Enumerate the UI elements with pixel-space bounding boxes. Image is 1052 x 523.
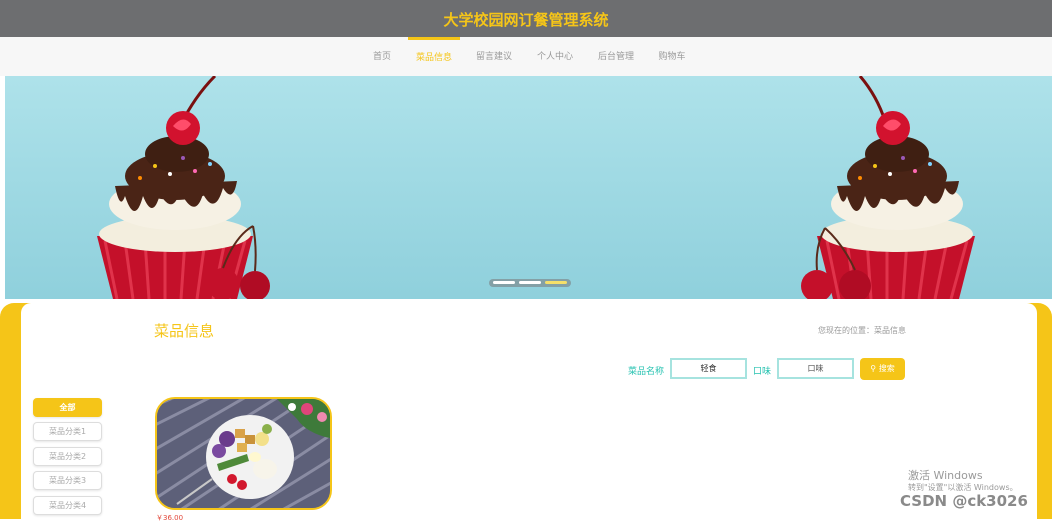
breadcrumb: 您现在的位置：菜品信息 (818, 326, 906, 335)
carousel-dot-1[interactable] (493, 281, 515, 284)
nav-item-admin[interactable]: 后台管理 (594, 37, 638, 76)
search-button-label: 搜索 (878, 364, 895, 373)
dish-price: ￥36.00 (156, 514, 184, 522)
banner-image (5, 76, 1052, 299)
dish-image (157, 399, 330, 508)
nav-item-messages[interactable]: 留言建议 (472, 37, 516, 76)
taste-label: 口味 (753, 367, 772, 377)
search-icon: ⚲ (870, 364, 877, 373)
csdn-watermark: CSDN @ck3026 (900, 492, 1028, 510)
main-nav: 首页 菜品信息 留言建议 个人中心 后台管理 购物车 (0, 37, 1052, 76)
dish-name-label: 菜品名称 (628, 367, 665, 377)
page-title: 菜品信息 (154, 322, 215, 340)
category-3[interactable]: 菜品分类3 (33, 471, 102, 490)
search-button[interactable]: ⚲ 搜索 (860, 358, 905, 380)
nav-item-dishes[interactable]: 菜品信息 (408, 37, 460, 76)
dish-card[interactable] (155, 397, 332, 510)
dish-name-input[interactable] (670, 358, 747, 379)
nav-item-home[interactable]: 首页 (370, 37, 394, 76)
carousel-dot-2[interactable] (519, 281, 541, 284)
category-all[interactable]: 全部 (33, 398, 102, 417)
windows-activation-title: 激活 Windows (908, 469, 983, 482)
banner-carousel[interactable] (5, 76, 1052, 299)
category-4[interactable]: 菜品分类4 (33, 496, 102, 515)
top-header: 大学校园网订餐管理系统 (0, 0, 1052, 37)
nav-item-cart[interactable]: 购物车 (655, 37, 689, 76)
carousel-dot-3-active[interactable] (545, 281, 567, 284)
category-2[interactable]: 菜品分类2 (33, 447, 102, 466)
taste-input[interactable] (777, 358, 854, 379)
carousel-dots (489, 279, 571, 287)
site-title: 大学校园网订餐管理系统 (443, 11, 609, 29)
nav-item-profile[interactable]: 个人中心 (533, 37, 577, 76)
category-1[interactable]: 菜品分类1 (33, 422, 102, 441)
